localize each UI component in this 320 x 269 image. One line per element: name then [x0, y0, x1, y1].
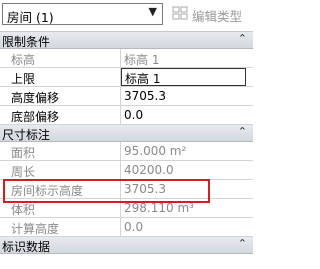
volume-highlight-box	[3, 179, 210, 203]
property-row-upper-limit[interactable]: 上限 标高 1	[0, 68, 253, 87]
edit-type-icon	[172, 6, 188, 20]
property-value: 95.000 m²	[124, 144, 187, 158]
property-name: 上限	[11, 72, 36, 86]
property-value: 3705.3	[124, 89, 166, 103]
section-constraints[interactable]: 限制条件 ⌃	[0, 32, 253, 49]
property-name: 面积	[11, 146, 36, 160]
collapse-icon[interactable]: ⌃	[238, 237, 247, 250]
property-value: 标高 1	[124, 53, 160, 67]
property-name: 底部偏移	[11, 110, 60, 124]
property-name: 周长	[11, 165, 36, 179]
property-value: 标高 1	[125, 72, 161, 86]
property-name: 计算高度	[11, 222, 60, 236]
collapse-icon[interactable]: ⌃	[238, 125, 247, 138]
edit-type-label: 编辑类型	[192, 9, 243, 24]
chevron-down-icon: ▼	[148, 5, 157, 18]
property-row-perimeter[interactable]: 周长 40200.0	[0, 161, 253, 180]
property-value: 298.110 m³	[124, 201, 194, 215]
upper-limit-field[interactable]: 标高 1	[121, 68, 246, 86]
section-dimensions[interactable]: 尺寸标注 ⌃	[0, 125, 253, 142]
section-title: 尺寸标注	[2, 128, 51, 142]
property-value: 40200.0	[124, 163, 174, 177]
property-value: 0.0	[124, 220, 144, 234]
type-selector-value: 房间 (1)	[7, 10, 54, 25]
properties-grid: 限制条件 ⌃ 标高 标高 1 上限 标高 1 高度偏移 3705.3 底部偏移 …	[0, 32, 253, 254]
properties-header: 房间 (1) ▼ 编辑类型	[0, 0, 253, 31]
property-row-base-offset[interactable]: 底部偏移 0.0	[0, 106, 253, 125]
property-value: 0.0	[124, 108, 144, 122]
property-row-level[interactable]: 标高 标高 1	[0, 49, 253, 68]
collapse-icon[interactable]: ⌃	[238, 32, 247, 45]
section-identity[interactable]: 标识数据 ⌃	[0, 237, 253, 254]
type-selector[interactable]: 房间 (1) ▼	[2, 3, 163, 25]
property-name: 高度偏移	[11, 91, 60, 105]
section-title: 标识数据	[2, 240, 51, 254]
property-row-height-offset[interactable]: 高度偏移 3705.3	[0, 87, 253, 106]
edit-type-button[interactable]: 编辑类型	[172, 3, 251, 25]
section-title: 限制条件	[2, 35, 51, 49]
property-row-computed-height[interactable]: 计算高度 0.0	[0, 218, 253, 237]
property-name: 体积	[11, 203, 36, 217]
property-row-area[interactable]: 面积 95.000 m²	[0, 142, 253, 161]
property-name: 标高	[11, 53, 36, 67]
